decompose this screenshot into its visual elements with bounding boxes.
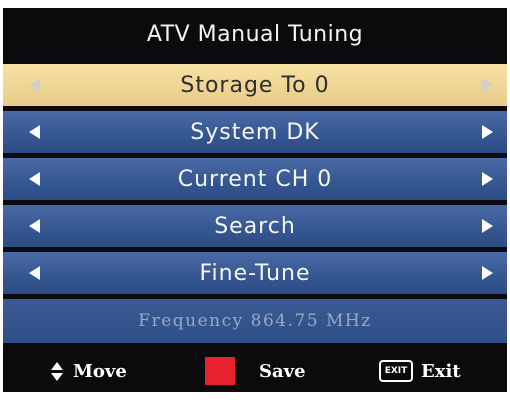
menu-title: ATV Manual Tuning [3, 8, 507, 60]
up-down-arrows-icon [51, 361, 63, 381]
menu-item-fine-tune[interactable]: Fine-Tune [3, 252, 507, 294]
save-hint-label: Save [259, 350, 306, 392]
atv-manual-tuning-osd: ATV Manual Tuning Storage To 0 System DK… [3, 8, 507, 392]
menu-item-label: Storage To 0 [180, 72, 330, 98]
right-arrow-icon[interactable] [482, 78, 493, 92]
move-label: Move [73, 360, 127, 382]
menu-item-label: Fine-Tune [199, 260, 311, 286]
menu-item-label: Search [214, 213, 296, 239]
left-arrow-icon[interactable] [29, 266, 40, 280]
right-arrow-icon[interactable] [482, 266, 493, 280]
menu-item-storage[interactable]: Storage To 0 [3, 64, 507, 106]
left-arrow-icon[interactable] [29, 172, 40, 186]
left-arrow-icon[interactable] [29, 78, 40, 92]
save-hint [205, 350, 235, 392]
right-arrow-icon[interactable] [482, 172, 493, 186]
exit-key-icon: EXIT [379, 360, 413, 382]
red-key-icon [205, 357, 235, 385]
save-label: Save [259, 360, 306, 382]
right-arrow-icon[interactable] [482, 125, 493, 139]
frequency-readout: Frequency 864.75 MHz [3, 299, 507, 343]
left-arrow-icon[interactable] [29, 125, 40, 139]
exit-hint: EXIT Exit [379, 350, 461, 392]
menu-item-search[interactable]: Search [3, 205, 507, 247]
menu-item-label: Current CH 0 [177, 166, 333, 192]
menu-item-label: System DK [190, 119, 320, 145]
tuning-menu: Storage To 0 System DK Current CH 0 Sear… [3, 64, 507, 343]
menu-item-current-channel[interactable]: Current CH 0 [3, 158, 507, 200]
key-hint-bar: Move Save EXIT Exit [3, 350, 507, 392]
menu-item-system[interactable]: System DK [3, 111, 507, 153]
left-arrow-icon[interactable] [29, 219, 40, 233]
move-hint: Move [51, 350, 127, 392]
exit-label: Exit [421, 360, 461, 382]
right-arrow-icon[interactable] [482, 219, 493, 233]
